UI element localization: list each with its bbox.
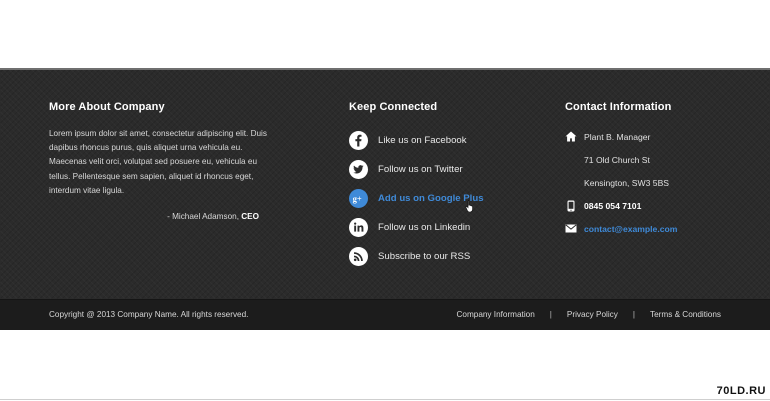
social-item-rss[interactable]: Subscribe to our RSS	[349, 242, 484, 271]
envelope-icon	[565, 223, 577, 235]
mobile-phone-icon	[565, 200, 577, 212]
twitter-icon[interactable]	[349, 160, 368, 179]
social-label-linkedin[interactable]: Follow us on Linkedin	[378, 222, 470, 233]
social-label-facebook[interactable]: Like us on Facebook	[378, 135, 467, 146]
social-item-twitter[interactable]: Follow us on Twitter	[349, 155, 484, 184]
author-role: CEO	[241, 212, 259, 221]
copyright-text: Copyright @ 2013 Company Name. All right…	[49, 310, 249, 319]
watermark: 70LD.RU	[716, 385, 766, 397]
social-item-facebook[interactable]: Like us on Facebook	[349, 126, 484, 155]
footer-separator: |	[632, 310, 636, 319]
linkedin-icon[interactable]	[349, 218, 368, 237]
contact-row-address1: 71 Old Church St	[565, 148, 650, 171]
contact-row-phone: 0845 054 7101	[565, 194, 641, 217]
social-item-google-plus[interactable]: g+ Add us on Google Plus	[349, 184, 484, 213]
contact-name: Plant B. Manager	[584, 131, 651, 142]
contact-info: Plant B. Manager 71 Old Church St Kensin…	[565, 125, 677, 240]
rss-icon[interactable]	[349, 247, 368, 266]
contact-row-address2: Kensington, SW3 5BS	[565, 171, 669, 194]
social-label-rss[interactable]: Subscribe to our RSS	[378, 251, 470, 262]
contact-email-link[interactable]: contact@example.com	[584, 224, 677, 234]
google-plus-icon[interactable]: g+	[349, 189, 368, 208]
contact-phone: 0845 054 7101	[584, 200, 642, 211]
about-text: Lorem ipsum dolor sit amet, consectetur …	[49, 129, 267, 195]
page-divider	[0, 399, 770, 400]
svg-text:g+: g+	[353, 194, 362, 204]
social-title: Keep Connected	[349, 101, 438, 113]
footer-link-company-information[interactable]: Company Information	[456, 310, 534, 319]
social-label-twitter[interactable]: Follow us on Twitter	[378, 164, 463, 175]
footer-bottom-bar: Copyright @ 2013 Company Name. All right…	[0, 299, 770, 330]
social-list: Like us on Facebook Follow us on Twitter…	[349, 126, 484, 271]
contact-row-name: Plant B. Manager	[565, 125, 650, 148]
footer-link-terms-conditions[interactable]: Terms & Conditions	[650, 310, 721, 319]
facebook-icon[interactable]	[349, 131, 368, 150]
footer-separator: |	[549, 310, 552, 319]
social-item-linkedin[interactable]: Follow us on Linkedin	[349, 213, 484, 242]
hand-cursor-icon	[465, 199, 473, 212]
contact-title: Contact Information	[565, 101, 672, 113]
footer-nav: Company Information | Privacy Policy | T…	[456, 310, 721, 319]
quote-author: - Michael Adamson, CEO	[49, 212, 259, 221]
contact-row-email[interactable]: contact@example.com	[565, 217, 677, 240]
contact-address-line1: 71 Old Church St	[584, 154, 650, 165]
footer-link-privacy-policy[interactable]: Privacy Policy	[567, 310, 618, 319]
contact-address-line2: Kensington, SW3 5BS	[584, 177, 670, 188]
about-title: More About Company	[49, 101, 165, 113]
author-name: - Michael Adamson,	[167, 212, 239, 221]
home-icon	[565, 131, 577, 143]
